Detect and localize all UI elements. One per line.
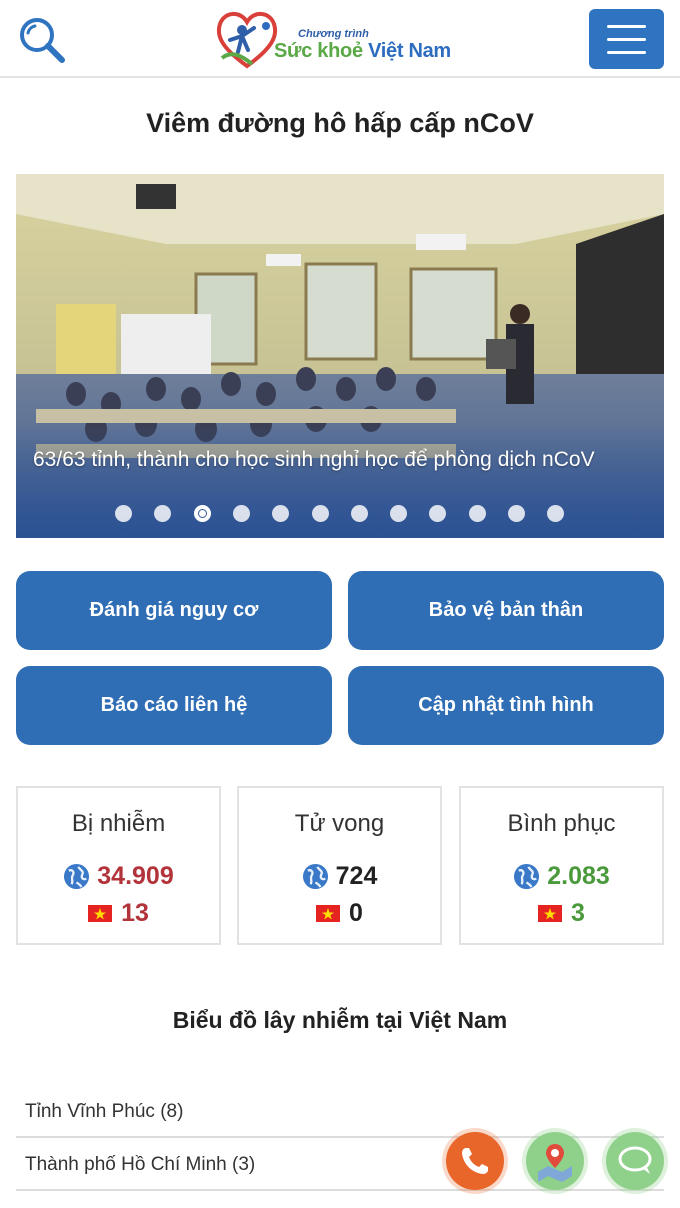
self-protection-button[interactable]: Bảo vệ bản thân <box>348 571 664 650</box>
vietnam-flag-icon <box>88 905 113 922</box>
recovered-stat-card: Bình phục 2.083 3 <box>459 786 664 945</box>
slider-dot[interactable] <box>469 505 486 522</box>
slider-dot[interactable] <box>233 505 250 522</box>
search-icon <box>20 18 65 63</box>
slider-dot[interactable] <box>351 505 368 522</box>
slider-dot[interactable] <box>272 505 289 522</box>
stat-title: Bình phục <box>507 810 616 837</box>
slider-dot[interactable] <box>154 505 171 522</box>
slider-dot[interactable] <box>390 505 407 522</box>
slider-dot-active[interactable] <box>194 505 211 522</box>
chat-button[interactable] <box>606 1132 664 1190</box>
page-title: Viêm đường hô hấp cấp nCoV <box>146 108 534 138</box>
vietnam-deaths-value: 0 <box>349 899 363 927</box>
site-logo[interactable]: Chương trình Sức khoẻ Việt Nam <box>212 6 468 72</box>
province-row[interactable]: Tỉnh Vĩnh Phúc (8) <box>16 1086 664 1138</box>
chart-section-title: Biểu đồ lây nhiễm tại Việt Nam <box>172 1007 508 1033</box>
world-recovered-value: 2.083 <box>547 862 610 890</box>
slider-pagination <box>16 505 664 523</box>
vietnam-infected-value: 13 <box>121 899 149 927</box>
vietnam-recovered-value: 3 <box>571 899 585 927</box>
infected-stat-card: Bị nhiễm 34.909 13 <box>16 786 221 945</box>
stat-title: Bị nhiễm <box>71 810 166 837</box>
slide-caption[interactable]: 63/63 tỉnh, thành cho học sinh nghỉ học … <box>33 448 633 472</box>
world-count-row: 2.083 <box>461 862 662 891</box>
slider-dot[interactable] <box>115 505 132 522</box>
call-button[interactable] <box>446 1132 504 1190</box>
contact-report-button[interactable]: Báo cáo liên hệ <box>16 666 332 745</box>
logo-title: Sức khoẻ Việt Nam <box>274 40 451 63</box>
globe-icon <box>514 863 540 890</box>
search-button[interactable] <box>16 14 68 66</box>
logo-subtitle: Chương trình <box>298 28 369 40</box>
map-button[interactable] <box>526 1132 584 1190</box>
chat-icon <box>618 1146 652 1174</box>
logo-title-part1: Sức khoẻ <box>274 40 363 62</box>
slider-dot[interactable] <box>547 505 564 522</box>
vietnam-flag-icon <box>538 905 563 922</box>
vietnam-count-row: 3 <box>461 899 662 928</box>
world-count-row: 724 <box>239 862 440 891</box>
stat-title: Tử vong <box>294 810 385 837</box>
status-update-button[interactable]: Cập nhật tình hình <box>348 666 664 745</box>
slide-image <box>16 174 664 538</box>
globe-icon <box>64 863 90 890</box>
vietnam-count-row: 13 <box>18 899 219 928</box>
slider-dot[interactable] <box>312 505 329 522</box>
globe-icon <box>302 863 328 890</box>
map-pin-icon <box>538 1144 572 1182</box>
logo-title-part2: Việt Nam <box>368 40 451 62</box>
vietnam-count-row: 0 <box>239 899 440 928</box>
vietnam-flag-icon <box>316 905 341 922</box>
top-header: Chương trình Sức khoẻ Việt Nam <box>0 0 680 78</box>
news-slider[interactable]: 63/63 tỉnh, thành cho học sinh nghỉ học … <box>16 174 664 538</box>
world-count-row: 34.909 <box>18 862 219 891</box>
logo-heart-icon <box>216 12 278 69</box>
slider-dot[interactable] <box>429 505 446 522</box>
slider-dot[interactable] <box>508 505 525 522</box>
world-deaths-value: 724 <box>335 862 378 890</box>
deaths-stat-card: Tử vong 724 0 <box>237 786 442 945</box>
menu-button[interactable] <box>589 9 664 69</box>
risk-assessment-button[interactable]: Đánh giá nguy cơ <box>16 571 332 650</box>
phone-icon <box>462 1148 488 1174</box>
world-infected-value: 34.909 <box>97 862 174 890</box>
